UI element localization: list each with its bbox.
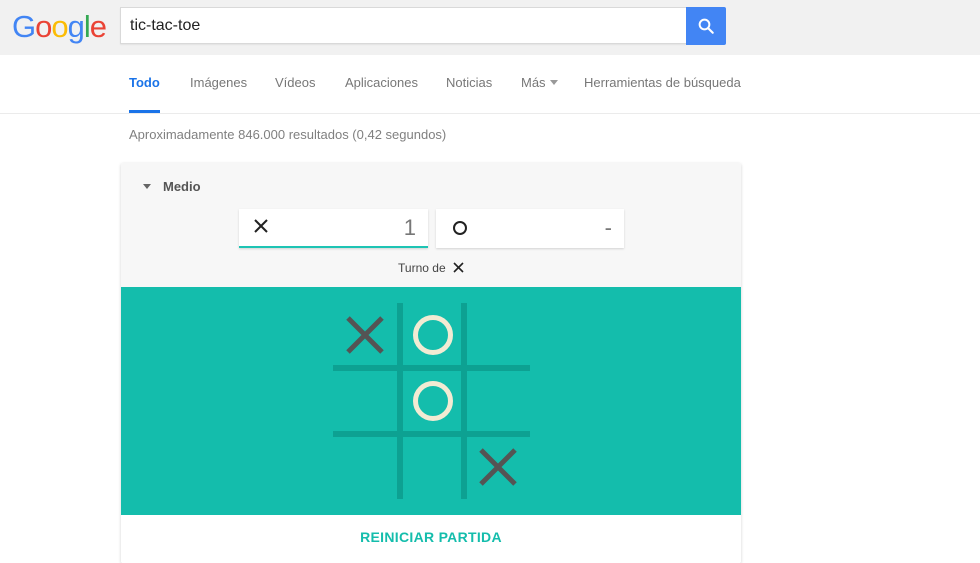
x-mark (346, 316, 384, 354)
tab-all[interactable]: Todo (129, 56, 160, 113)
score-x-value: 1 (403, 215, 416, 240)
tic-tac-toe-card: Medio 1 - Turno de REINICIAR PARTIDA (121, 163, 741, 563)
tab-more-label: Más (521, 75, 546, 90)
search-input[interactable] (121, 8, 679, 43)
score-o-panel[interactable]: - (436, 209, 624, 248)
chevron-down-icon (549, 80, 558, 86)
board-cell[interactable] (333, 435, 397, 499)
search-icon (698, 18, 714, 34)
result-stats: Aproximadamente 846.000 resultados (0,42… (129, 127, 447, 142)
caret-down-icon (143, 184, 151, 189)
tab-news[interactable]: Noticias (446, 56, 492, 112)
tab-videos[interactable]: Vídeos (275, 56, 315, 112)
search-tabs: Todo Imágenes Vídeos Aplicaciones Notici… (0, 56, 980, 114)
o-mark (413, 315, 453, 355)
search-button[interactable] (686, 7, 726, 45)
board-cell[interactable] (401, 303, 465, 367)
score-x-panel[interactable]: 1 (239, 209, 428, 248)
game-board (333, 303, 530, 499)
board-cell[interactable] (466, 303, 530, 367)
game-controls: Medio 1 - Turno de (121, 163, 741, 287)
turn-indicator: Turno de (121, 260, 741, 275)
board-cell[interactable] (466, 435, 530, 499)
board-cell[interactable] (333, 303, 397, 367)
board-cell[interactable] (401, 369, 465, 433)
board-cell[interactable] (401, 435, 465, 499)
board-cell[interactable] (333, 369, 397, 433)
google-logo[interactable]: Google (12, 9, 107, 45)
score-o-value: - (604, 215, 612, 240)
tab-search-tools[interactable]: Herramientas de búsqueda (584, 56, 741, 112)
o-mark-icon (453, 221, 467, 235)
tab-apps[interactable]: Aplicaciones (345, 56, 418, 112)
game-board-area (121, 287, 741, 515)
search-box (120, 7, 686, 44)
tab-more[interactable]: Más (521, 56, 558, 112)
turn-label: Turno de (398, 260, 446, 275)
search-header: Google (0, 0, 980, 55)
restart-game-button[interactable]: REINICIAR PARTIDA (121, 515, 741, 563)
x-mark-icon (453, 262, 464, 273)
difficulty-selector[interactable]: Medio (143, 179, 201, 194)
x-mark-icon (254, 219, 268, 233)
difficulty-label: Medio (163, 179, 201, 194)
tab-images[interactable]: Imágenes (190, 56, 247, 112)
o-mark (413, 381, 453, 421)
board-cell[interactable] (466, 369, 530, 433)
x-mark (479, 448, 517, 486)
